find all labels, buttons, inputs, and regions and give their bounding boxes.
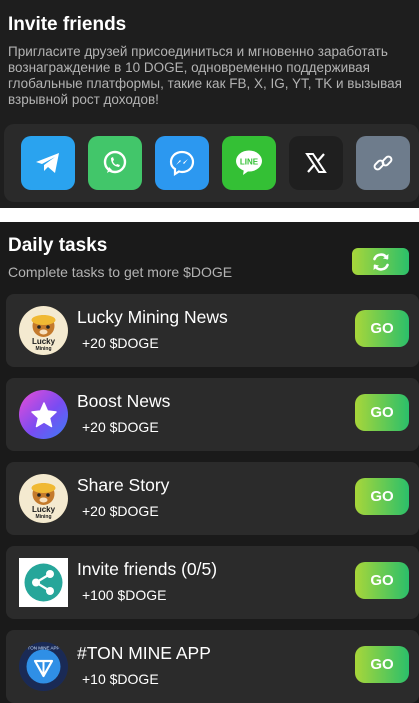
share-icon — [19, 558, 68, 607]
share-row: LINE — [4, 124, 419, 202]
task-reward: +100 $DOGE — [82, 587, 167, 603]
task-name: Share Story — [77, 475, 170, 495]
invite-title: Invite friends — [8, 14, 127, 35]
go-button[interactable]: GO — [355, 562, 409, 599]
task-share-story: Lucky Mining Share Story +20 $DOGE GO — [6, 462, 419, 535]
x-icon — [305, 153, 327, 173]
task-lucky-mining-news: Lucky Mining Lucky Mining News +20 $DOGE… — [6, 294, 419, 367]
task-name: Lucky Mining News — [77, 307, 228, 327]
ton-mine-logo: TON MINE APP — [19, 642, 68, 691]
lucky-mining-logo: Lucky Mining — [19, 474, 68, 523]
line-label: LINE — [240, 158, 259, 167]
share-telegram-button[interactable] — [21, 136, 75, 190]
daily-tasks-subtitle: Complete tasks to get more $DOGE — [8, 264, 233, 280]
invite-description: Пригласите друзей присоединиться и мгнов… — [8, 44, 402, 107]
go-button[interactable]: GO — [355, 478, 409, 515]
task-ton-mine-app: TON MINE APP #TON MINE APP +10 $DOGE GO — [6, 630, 419, 703]
section-divider — [0, 208, 419, 222]
telegram-icon — [36, 153, 59, 173]
refresh-button[interactable] — [352, 248, 409, 275]
link-icon — [373, 155, 393, 171]
daily-tasks-section: Daily tasks Complete tasks to get more $… — [0, 222, 419, 703]
star-icon — [19, 390, 68, 439]
task-reward: +10 $DOGE — [82, 671, 159, 687]
svg-text:Mining: Mining — [35, 514, 51, 520]
share-x-button[interactable] — [289, 136, 343, 190]
task-reward: +20 $DOGE — [82, 335, 159, 351]
lucky-mining-logo: Lucky Mining — [19, 306, 68, 355]
svg-text:Lucky: Lucky — [32, 505, 56, 514]
task-reward: +20 $DOGE — [82, 503, 159, 519]
go-button[interactable]: GO — [355, 646, 409, 683]
svg-text:Lucky: Lucky — [32, 337, 56, 346]
whatsapp-icon — [103, 150, 127, 174]
share-line-button[interactable]: LINE — [222, 136, 276, 190]
daily-tasks-title: Daily tasks — [8, 235, 108, 256]
copy-link-button[interactable] — [356, 136, 410, 190]
invite-section: Invite friends Пригласите друзей присоед… — [0, 0, 419, 208]
task-name: Boost News — [77, 391, 171, 411]
go-button[interactable]: GO — [355, 394, 409, 431]
task-name: #TON MINE APP — [77, 643, 211, 663]
share-whatsapp-button[interactable] — [88, 136, 142, 190]
go-button[interactable]: GO — [355, 310, 409, 347]
refresh-icon — [372, 252, 389, 271]
svg-text:TON MINE APP: TON MINE APP — [28, 646, 60, 651]
line-icon: LINE — [236, 150, 262, 175]
svg-text:Mining: Mining — [35, 346, 51, 352]
task-boost-news: Boost News +20 $DOGE GO — [6, 378, 419, 451]
messenger-icon — [169, 150, 195, 176]
task-name: Invite friends (0/5) — [77, 559, 218, 579]
share-messenger-button[interactable] — [155, 136, 209, 190]
task-invite-friends: Invite friends (0/5) +100 $DOGE GO — [6, 546, 419, 619]
task-reward: +20 $DOGE — [82, 419, 159, 435]
